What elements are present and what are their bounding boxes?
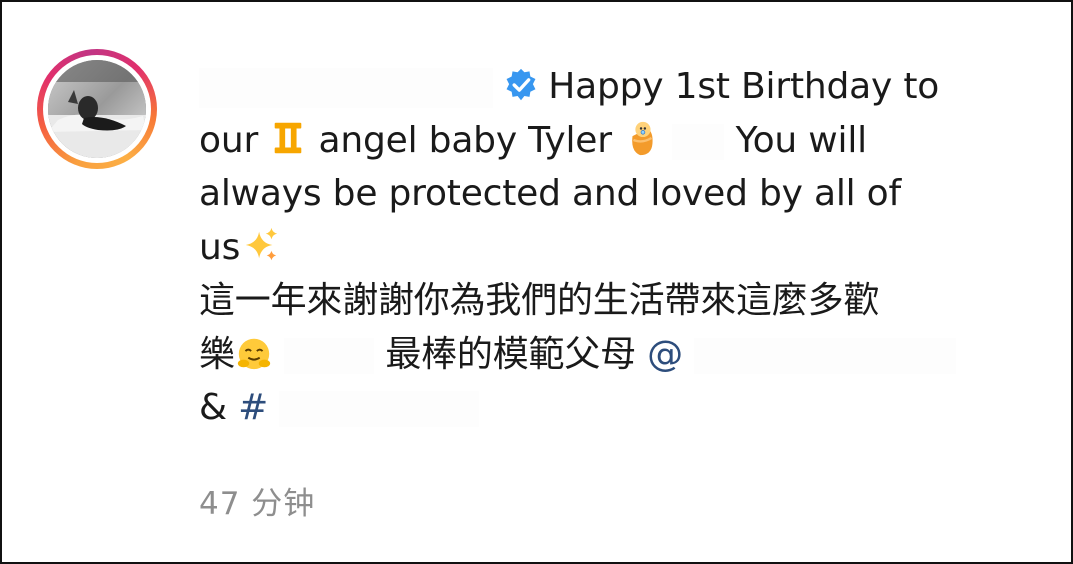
hashtag-link[interactable]: # [238, 387, 268, 428]
verified-badge-icon [506, 68, 536, 101]
redacted-emoji-gap [672, 123, 725, 160]
comment-line-6: 樂 最棒的模範父母 @ [199, 328, 1029, 382]
comment-text-line3: always be protected and loved by all of [199, 173, 901, 214]
redacted-username[interactable] [199, 68, 493, 108]
comment-text-you-will: You will [735, 119, 868, 161]
gemini-zodiac-emoji [274, 122, 302, 153]
avatar[interactable] [48, 60, 146, 158]
mention-link[interactable]: @ [647, 334, 683, 375]
comment-text-our: our [199, 119, 259, 161]
comment-line-5: 這一年來謝謝你為我們的生活帶來這麼多歡 [199, 274, 1029, 328]
avatar-story-ring[interactable] [37, 49, 157, 169]
hugging-face-emoji [237, 338, 270, 369]
avatar-photo-image [48, 60, 146, 158]
comment-line-3: always be protected and loved by all of [199, 167, 1029, 221]
comment-text-chinese-1: 這一年來謝謝你為我們的生活帶來這麼多歡 [199, 280, 880, 321]
comment-line-2: our angel baby Tyler You will [199, 114, 1029, 168]
sparkles-emoji [245, 227, 278, 260]
swaddled-baby-emoji [632, 121, 653, 155]
comment-text-ampersand: & [199, 387, 227, 428]
comment-text-best-parents: 最棒的模範父母 [385, 333, 636, 375]
redacted-mention-handle[interactable] [694, 337, 957, 374]
avatar-ring-gap [43, 55, 151, 163]
comment-body: Happy 1st Birthday to our angel baby Tyl… [199, 60, 1029, 435]
comment-line-1: Happy 1st Birthday to [199, 60, 1029, 114]
comment-line-4: us [199, 221, 1029, 275]
comment-line-7: & # [199, 381, 1029, 435]
comment-text-us: us [199, 226, 241, 268]
comment-text-line1: Happy 1st Birthday to [548, 66, 940, 107]
redacted-hashtag[interactable] [279, 391, 480, 427]
comment-timestamp: 47 分钟 [199, 486, 316, 522]
comment-text-chinese-joy: 樂 [199, 333, 235, 375]
redacted-emoji-gap-2 [284, 337, 375, 374]
comment-text-angel-baby: angel baby Tyler [318, 119, 612, 161]
